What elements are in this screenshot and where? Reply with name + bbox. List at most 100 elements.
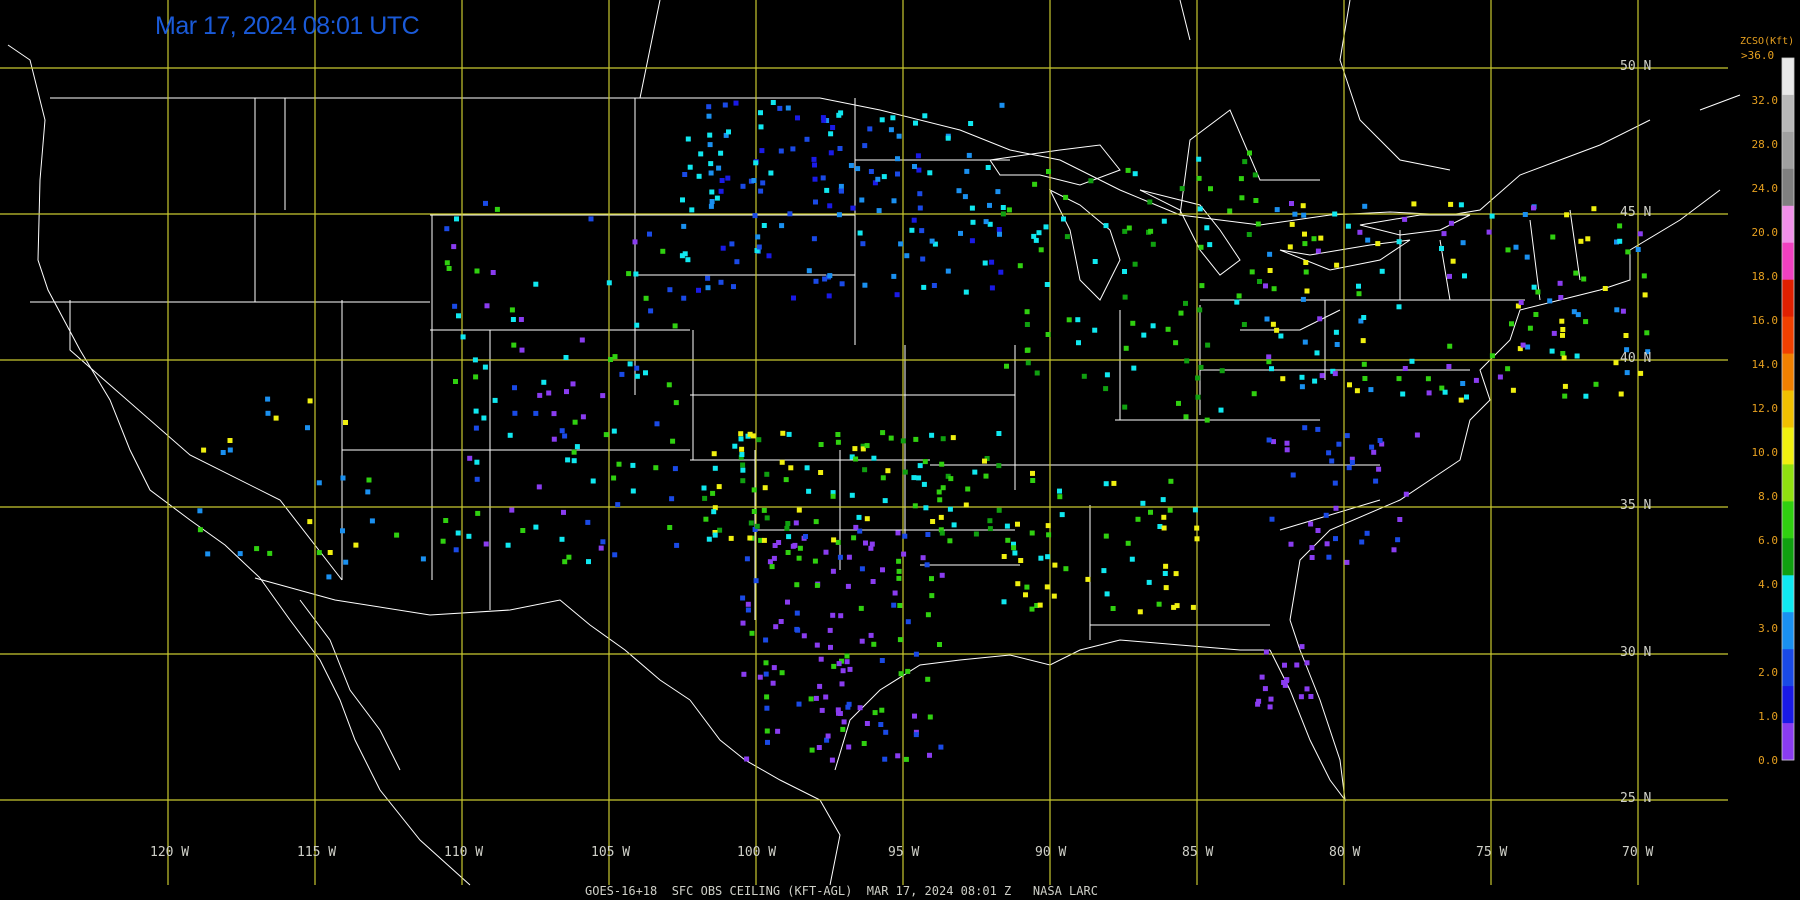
station-marker [747, 535, 753, 541]
station-marker [917, 191, 923, 197]
station-marker [818, 442, 824, 447]
legend-tick-label: 8.0 [1758, 490, 1778, 503]
station-marker [811, 156, 817, 162]
station-marker [900, 438, 906, 444]
station-marker [1396, 376, 1402, 382]
station-marker [929, 432, 935, 438]
station-marker [758, 110, 763, 116]
station-marker [1184, 358, 1190, 364]
legend-swatch [1782, 316, 1794, 354]
station-marker [796, 701, 802, 707]
station-marker [1126, 225, 1132, 231]
station-marker [1252, 172, 1258, 178]
station-marker [1132, 261, 1138, 267]
station-marker [841, 719, 847, 725]
station-marker [1460, 240, 1466, 246]
station-marker [473, 374, 479, 380]
station-marker [1620, 308, 1626, 314]
station-marker [1561, 355, 1567, 361]
station-marker [812, 558, 818, 564]
station-marker [835, 539, 841, 545]
station-marker [855, 166, 861, 172]
station-marker [1024, 309, 1030, 315]
station-marker [905, 619, 911, 625]
station-marker [820, 115, 826, 121]
station-marker [1129, 556, 1135, 562]
station-marker [1140, 500, 1146, 506]
station-marker [896, 558, 902, 564]
station-marker [634, 322, 640, 328]
station-marker [706, 113, 712, 119]
station-marker [1287, 244, 1293, 250]
station-marker [1535, 289, 1541, 295]
station-marker [813, 278, 819, 284]
station-marker [734, 259, 740, 265]
station-marker [679, 253, 685, 259]
station-marker [1063, 194, 1069, 200]
station-marker [1046, 169, 1051, 174]
station-marker [857, 705, 863, 711]
station-marker [813, 199, 818, 205]
station-marker [925, 612, 931, 618]
station-marker [643, 370, 648, 376]
station-marker [654, 421, 660, 427]
station-marker [1347, 382, 1352, 388]
station-marker [1315, 248, 1321, 254]
station-marker [753, 160, 759, 166]
station-marker [950, 435, 956, 441]
station-marker [533, 524, 539, 530]
station-marker [857, 230, 863, 236]
station-marker [1267, 268, 1273, 273]
station-marker [1057, 494, 1063, 500]
station-marker [1146, 579, 1152, 585]
station-marker [1238, 176, 1244, 182]
station-marker [1255, 701, 1261, 707]
station-marker [633, 271, 639, 277]
station-marker [1088, 178, 1094, 184]
station-marker [817, 683, 823, 689]
legend-swatch [1782, 686, 1794, 724]
station-marker [771, 555, 777, 561]
station-marker [925, 532, 931, 537]
station-marker [830, 493, 836, 499]
station-marker [1103, 223, 1109, 229]
station-marker [764, 694, 770, 700]
station-marker [915, 153, 921, 159]
station-marker [510, 317, 516, 322]
station-marker [1585, 236, 1591, 242]
station-marker [751, 487, 757, 493]
station-marker [1344, 433, 1350, 439]
legend-swatch [1782, 168, 1794, 207]
station-marker [853, 524, 859, 530]
station-marker [600, 539, 606, 545]
station-marker [327, 550, 333, 555]
station-marker [536, 484, 542, 490]
station-marker [1448, 220, 1454, 226]
station-marker [451, 244, 457, 250]
station-marker [729, 241, 735, 247]
station-marker [580, 414, 586, 420]
station-marker [1092, 327, 1098, 333]
station-marker [1066, 317, 1072, 323]
station-marker [879, 707, 885, 713]
station-marker [201, 447, 207, 453]
station-marker [912, 713, 917, 719]
station-marker [1199, 283, 1205, 289]
station-marker [1497, 374, 1503, 380]
station-marker [778, 148, 784, 154]
station-marker [828, 150, 834, 156]
station-marker [475, 510, 481, 516]
station-marker [509, 507, 515, 513]
legend-tick-label: 3.0 [1758, 622, 1778, 635]
station-marker [1289, 221, 1295, 227]
station-marker [947, 538, 953, 544]
station-marker [739, 452, 745, 457]
station-marker [948, 476, 954, 482]
station-marker [505, 542, 511, 548]
station-marker [273, 415, 279, 421]
station-marker [769, 564, 775, 570]
station-marker [1638, 370, 1644, 376]
station-marker [1559, 318, 1565, 324]
station-marker [726, 129, 731, 135]
station-marker [1241, 322, 1247, 327]
